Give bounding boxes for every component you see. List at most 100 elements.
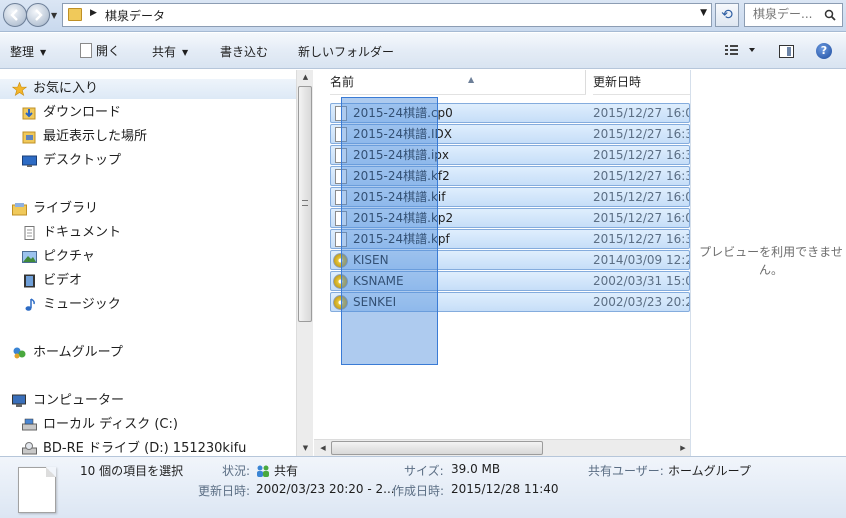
search-icon[interactable] <box>824 9 836 21</box>
nav-computer[interactable]: コンピューター <box>0 391 296 411</box>
nav-local-disk[interactable]: ローカル ディスク (C:) <box>0 415 296 435</box>
folder-icon <box>68 8 82 21</box>
nav-pictures-label: ピクチャ <box>43 249 95 264</box>
breadcrumb-current[interactable]: 棋泉データ <box>105 7 165 24</box>
chevron-down-icon: ▼ <box>182 48 189 57</box>
search-box[interactable] <box>744 3 843 27</box>
hard-drive-icon <box>22 418 37 431</box>
scroll-right-arrow-icon[interactable]: ▶ <box>676 440 690 456</box>
shared-with-value: ホームグループ <box>668 464 751 478</box>
desktop-icon <box>22 155 37 167</box>
nav-libraries[interactable]: ライブラリ <box>0 199 296 219</box>
burn-button[interactable]: 書き込む <box>220 43 268 60</box>
nav-vertical-scrollbar[interactable]: ▲ ▼ <box>296 70 313 456</box>
status-label: 状況: <box>222 464 251 478</box>
column-date-label: 更新日時 <box>593 75 642 89</box>
music-icon <box>25 298 35 311</box>
library-icon <box>12 203 27 216</box>
files-horizontal-scrollbar[interactable]: ◀ ▶ <box>314 439 690 456</box>
shared-with-label: 共有ユーザー: <box>588 464 664 478</box>
breadcrumb-chevron-icon[interactable]: ▶ <box>90 8 97 18</box>
share-button[interactable]: 共有 ▼ <box>152 43 188 60</box>
preview-pane-icon[interactable] <box>779 45 794 58</box>
recent-places-icon <box>22 131 36 144</box>
details-pane: 10 個の項目を選択 状況: 共有 サイズ: 39.0 MB 共有ユーザー: ホ… <box>0 456 846 518</box>
star-icon <box>12 82 27 96</box>
open-button[interactable]: 開く <box>80 42 120 59</box>
new-folder-button[interactable]: 新しいフォルダー <box>298 43 394 60</box>
file-modified-date: 2015/12/27 16:3 <box>593 232 690 246</box>
files-scroll-thumb[interactable] <box>331 441 543 455</box>
open-label: 開く <box>96 44 121 58</box>
share-label: 共有 <box>152 45 177 59</box>
sort-ascending-icon: ▲ <box>468 75 475 84</box>
column-header-date[interactable]: 更新日時 <box>593 70 690 95</box>
navigation-pane: お気に入り ダウンロード 最近表示した場所 デスクトップ ライブラリ ドキュメン… <box>0 70 313 456</box>
preview-pane: プレビューを利用できません。 <box>690 70 846 456</box>
nav-favorites[interactable]: お気に入り <box>0 79 296 99</box>
shared-users-icon <box>257 465 269 477</box>
address-dropdown-icon[interactable]: ▼ <box>700 8 707 18</box>
nav-videos[interactable]: ビデオ <box>0 271 296 291</box>
nav-homegroup[interactable]: ホームグループ <box>0 343 296 363</box>
new-folder-label: 新しいフォルダー <box>298 45 395 59</box>
nav-music-label: ミュージック <box>43 297 121 312</box>
organize-label: 整理 <box>10 45 35 59</box>
file-modified-date: 2015/12/27 16:0 <box>593 211 690 225</box>
file-modified-date: 2015/12/27 16:3 <box>593 127 690 141</box>
forward-button[interactable] <box>26 3 50 27</box>
help-icon[interactable]: ? <box>816 43 832 59</box>
videos-icon <box>24 274 35 288</box>
arrow-left-icon <box>10 9 18 21</box>
command-bar: 整理 ▼ 開く 共有 ▼ 書き込む 新しいフォルダー ? <box>0 33 846 69</box>
column-header-name[interactable]: 名前 ▲ <box>330 70 586 95</box>
column-separator[interactable] <box>585 70 586 94</box>
nav-documents-label: ドキュメント <box>43 225 122 240</box>
chevron-down-icon: ▼ <box>40 48 47 57</box>
scroll-up-arrow-icon[interactable]: ▲ <box>297 70 314 84</box>
created-label: 作成日時: <box>392 484 445 498</box>
modified-value: 2002/03/23 20:20 - 2... <box>256 482 395 496</box>
back-button[interactable] <box>3 3 27 27</box>
file-modified-date: 2015/12/27 16:3 <box>593 169 690 183</box>
nav-downloads[interactable]: ダウンロード <box>0 103 296 123</box>
column-name-label: 名前 <box>330 75 355 89</box>
pictures-icon <box>22 251 37 263</box>
burn-label: 書き込む <box>220 45 269 59</box>
scroll-left-arrow-icon[interactable]: ◀ <box>316 440 330 456</box>
status-value: 共有 <box>274 464 299 478</box>
nav-pictures[interactable]: ピクチャ <box>0 247 296 267</box>
file-modified-date: 2015/12/27 16:3 <box>593 148 690 162</box>
nav-recent-places[interactable]: 最近表示した場所 <box>0 127 296 147</box>
size-value: 39.0 MB <box>451 462 501 476</box>
nav-computer-label: コンピューター <box>33 393 125 408</box>
documents-icon <box>24 226 35 240</box>
file-modified-date: 2015/12/27 16:0 <box>593 106 690 120</box>
document-icon <box>80 43 92 58</box>
scroll-down-arrow-icon[interactable]: ▼ <box>297 441 314 455</box>
arrow-right-icon <box>35 9 43 21</box>
organize-button[interactable]: 整理 ▼ <box>10 43 46 60</box>
multiple-files-icon <box>18 467 56 513</box>
change-view-button[interactable] <box>725 44 755 59</box>
file-modified-date: 2002/03/31 15:0 <box>593 274 690 288</box>
address-field[interactable]: ▶ 棋泉データ ▼ <box>62 3 712 27</box>
refresh-button[interactable]: ⟲ <box>715 3 739 27</box>
nav-documents[interactable]: ドキュメント <box>0 223 296 243</box>
nav-desktop[interactable]: デスクトップ <box>0 151 296 171</box>
modified-label: 更新日時: <box>198 484 251 498</box>
selection-count: 10 個の項目を選択 <box>80 464 184 478</box>
recent-pages-dropdown[interactable]: ▼ <box>51 11 57 20</box>
nav-scroll-thumb[interactable] <box>298 86 312 322</box>
nav-downloads-label: ダウンロード <box>43 105 122 120</box>
nav-local-disk-label: ローカル ディスク (C:) <box>43 417 178 432</box>
search-input[interactable] <box>753 7 823 21</box>
size-label: サイズ: <box>404 464 444 478</box>
file-modified-date: 2015/12/27 16:0 <box>593 190 690 204</box>
nav-music[interactable]: ミュージック <box>0 295 296 315</box>
address-bar-row: ▼ ▶ 棋泉データ ▼ ⟲ <box>0 0 846 32</box>
computer-icon <box>12 394 26 407</box>
nav-homegroup-label: ホームグループ <box>33 345 123 360</box>
file-modified-date: 2002/03/23 20:2 <box>593 295 690 309</box>
refresh-icon: ⟲ <box>721 7 733 23</box>
